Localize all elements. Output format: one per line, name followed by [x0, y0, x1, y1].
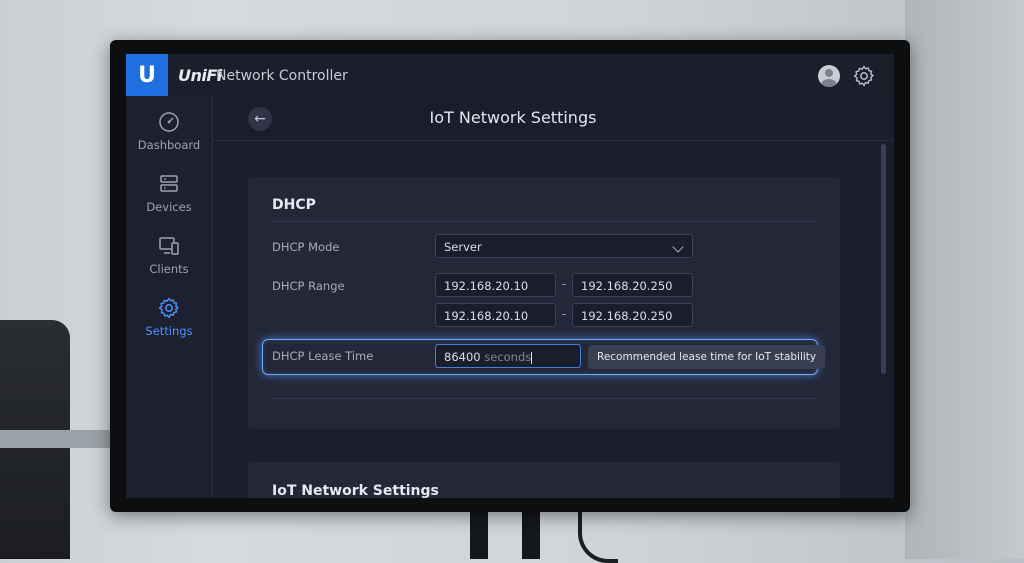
lease-tooltip: Recommended lease time for IoT stability: [588, 345, 826, 369]
unifi-logo[interactable]: U: [126, 54, 168, 96]
text-caret: [531, 351, 533, 364]
sidebar-item-devices[interactable]: Devices: [126, 172, 212, 214]
sidebar: Dashboard Devices Clients Settings: [126, 96, 213, 498]
monitor: U UniFi Network Controller Dashboard Dev…: [110, 40, 910, 512]
lease-unit: seconds: [484, 350, 532, 364]
speedometer-icon: [159, 112, 179, 132]
gear-icon[interactable]: [852, 64, 876, 88]
dhcp-range-label: DHCP Range: [272, 279, 345, 293]
sidebar-item-label: Dashboard: [137, 138, 201, 152]
dhcp-lease-label: DHCP Lease Time: [272, 349, 374, 363]
user-avatar-icon[interactable]: [818, 65, 840, 87]
dhcp-card: DHCP DHCP Mode Server DHCP Range 192.168…: [248, 177, 840, 429]
divider: [272, 221, 817, 222]
sidebar-item-label: Devices: [146, 200, 192, 214]
page-header: ← IoT Network Settings: [213, 96, 894, 141]
app-title: Network Controller: [216, 68, 348, 84]
monitor-stand-left: [470, 505, 488, 559]
dhcp-mode-label: DHCP Mode: [272, 240, 340, 254]
sidebar-item-settings[interactable]: Settings: [126, 296, 212, 338]
gear-icon: [158, 297, 179, 319]
main-content: ← IoT Network Settings DHCP DHCP Mode Se…: [213, 96, 894, 498]
monitor-phone-icon: [159, 237, 179, 255]
lease-value: 86400: [444, 350, 481, 364]
logo-letter: U: [138, 62, 156, 88]
sidebar-item-clients[interactable]: Clients: [126, 234, 212, 276]
dhcp-range-start-input[interactable]: 192.168.20.10: [435, 303, 556, 327]
section-title: DHCP: [272, 197, 316, 213]
range-separator: -: [562, 307, 567, 321]
device-stack-icon: [160, 175, 178, 192]
sidebar-item-label: Clients: [149, 262, 189, 276]
page-title: IoT Network Settings: [429, 108, 597, 127]
chevron-down-icon: [672, 241, 684, 253]
background-wall: [905, 0, 1024, 559]
monitor-cable: [578, 505, 618, 563]
dhcp-mode-select[interactable]: Server: [435, 234, 693, 258]
dhcp-range-end-input[interactable]: 192.168.20.250: [572, 273, 693, 297]
section-title: IoT Network Settings: [272, 483, 439, 498]
divider: [272, 398, 817, 399]
dhcp-mode-value: Server: [444, 240, 482, 254]
monitor-stand-right: [522, 505, 540, 559]
sidebar-item-label: Settings: [145, 324, 193, 338]
dhcp-range-end-input[interactable]: 192.168.20.250: [572, 303, 693, 327]
dhcp-lease-input[interactable]: 86400 seconds: [435, 344, 581, 368]
sidebar-item-dashboard[interactable]: Dashboard: [126, 110, 212, 152]
iot-settings-card: IoT Network Settings: [248, 462, 840, 498]
range-separator: -: [562, 277, 567, 291]
scrollbar[interactable]: [881, 144, 886, 374]
screen: U UniFi Network Controller Dashboard Dev…: [126, 54, 894, 498]
top-bar: U UniFi Network Controller: [126, 54, 894, 97]
dhcp-range-start-input[interactable]: 192.168.20.10: [435, 273, 556, 297]
